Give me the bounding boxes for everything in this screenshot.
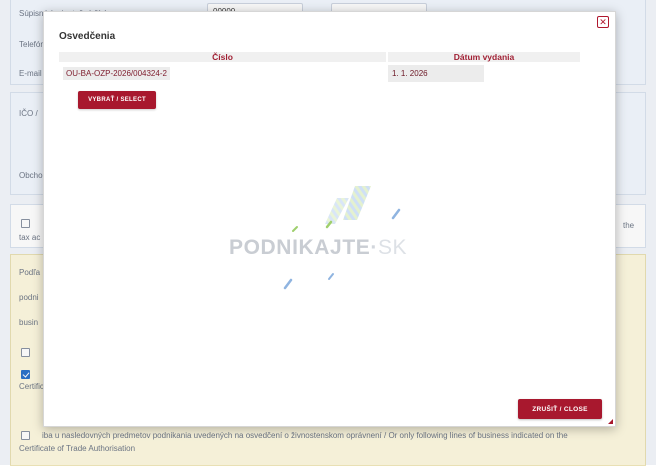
- certificate-number-cell[interactable]: OU-BA-OZP-2026/004324-2: [59, 65, 386, 82]
- column-header-number: Číslo: [59, 52, 386, 62]
- resize-handle[interactable]: [608, 419, 613, 424]
- certificate-date-cell[interactable]: 1. 1. 2026: [388, 65, 484, 82]
- certificate-number: OU-BA-OZP-2026/004324-2: [63, 67, 170, 80]
- certificates-modal: ✕ Osvedčenia Číslo Dátum vydania OU-BA-O…: [43, 11, 616, 427]
- close-button[interactable]: ZRUŠIŤ / CLOSE: [518, 399, 602, 419]
- close-icon[interactable]: ✕: [597, 16, 609, 28]
- logo-text: PODNIKAJTE·SK: [229, 236, 407, 260]
- table-row[interactable]: OU-BA-OZP-2026/004324-2 1. 1. 2026: [59, 65, 580, 82]
- table-header: Číslo Dátum vydania: [59, 52, 580, 62]
- logo-suffix: SK: [377, 236, 408, 259]
- select-button[interactable]: VYBRAŤ / SELECT: [78, 91, 156, 109]
- logo-graphic-icon: [283, 186, 401, 290]
- podnikajte-logo: PODNIKAJTE·SK: [229, 180, 434, 290]
- logo-main: PODNIKAJTE: [229, 236, 371, 259]
- modal-title: Osvedčenia: [59, 31, 116, 42]
- logo-dot: ·: [370, 236, 378, 259]
- certificates-table: Číslo Dátum vydania OU-BA-OZP-2026/00432…: [59, 52, 580, 82]
- column-header-date: Dátum vydania: [388, 52, 580, 62]
